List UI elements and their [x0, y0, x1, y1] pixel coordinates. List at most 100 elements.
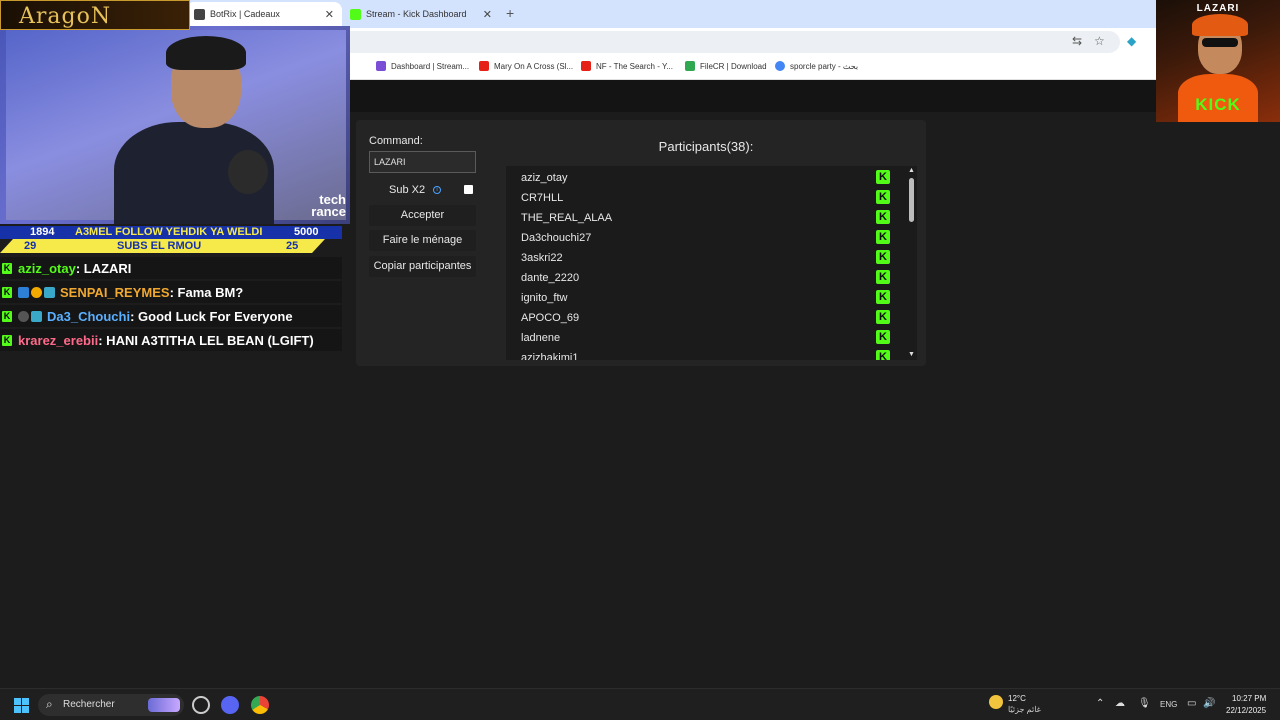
weather-icon[interactable]: [989, 695, 1003, 709]
new-tab-button[interactable]: +: [506, 5, 514, 21]
command-input[interactable]: [369, 151, 476, 173]
language-indicator[interactable]: ENG: [1160, 700, 1177, 709]
discord-icon[interactable]: [221, 696, 239, 714]
botrix-icon: [194, 8, 205, 20]
address-bar[interactable]: [340, 31, 1120, 53]
scrollbar-thumb[interactable]: [909, 178, 914, 222]
follow-goal-text: A3MEL FOLLOW YEHDIK YA WELDI: [75, 226, 263, 238]
kick-icon: K: [876, 330, 890, 344]
kick-icon: K: [2, 310, 12, 322]
list-item[interactable]: THE_REAL_ALAA K: [506, 207, 904, 227]
kick-icon: K: [876, 290, 890, 304]
kick-icon: K: [2, 334, 12, 346]
list-item[interactable]: CR7HLL K: [506, 187, 904, 207]
list-item[interactable]: ladnene K: [506, 327, 904, 347]
chevron-up-icon[interactable]: ⌃: [1096, 698, 1104, 709]
chat-text: : Fama BM?: [169, 284, 244, 300]
taskbar-search[interactable]: ⌕ Rechercher: [38, 694, 184, 716]
moderator-badge-icon: [18, 286, 29, 298]
participant-name: Da3chouchi27: [521, 232, 592, 244]
poster-image: [228, 150, 268, 194]
kick-icon: K: [876, 350, 890, 360]
tab-kick-dashboard[interactable]: Stream - Kick Dashboard ✕: [342, 2, 500, 26]
participant-name: 3askri22: [521, 252, 563, 264]
extension-icon[interactable]: ◆: [1127, 34, 1136, 48]
windows-start-icon[interactable]: [14, 698, 29, 713]
search-placeholder: Rechercher: [63, 699, 115, 710]
subs-goal-target: 25: [286, 240, 299, 252]
clock-time[interactable]: 10:27 PM: [1232, 694, 1266, 703]
chat-message: K aziz_otay : LAZARI: [0, 257, 342, 279]
taskview-icon[interactable]: [192, 696, 210, 714]
subscriber-badge-icon: [44, 286, 55, 298]
bookmark-label: NF - The Search - Y...: [596, 61, 673, 71]
subs-goal-text: SUBS EL RMOU: [117, 240, 202, 252]
chat-message: K krarez_erebii : HANI A3TITHA LEL BEAN …: [0, 329, 342, 351]
list-item[interactable]: APOCO_69 K: [506, 307, 904, 327]
sub-x2-checkbox[interactable]: [464, 185, 473, 194]
chat-username: krarez_erebii: [18, 332, 99, 348]
participant-name: THE_REAL_ALAA: [521, 212, 613, 224]
bookmark-sporcle[interactable]: sporcle party - بحث: [775, 61, 858, 71]
participant-name: CR7HLL: [521, 192, 564, 204]
close-icon[interactable]: ✕: [483, 8, 492, 21]
participant-name: dante_2220: [521, 272, 580, 284]
list-item[interactable]: 3askri22 K: [506, 247, 904, 267]
card-sunglasses: [1202, 38, 1238, 47]
volume-icon[interactable]: 🔊: [1203, 698, 1215, 709]
cleanup-button[interactable]: Faire le ménage: [369, 230, 476, 251]
kick-icon: K: [876, 270, 890, 284]
kick-icon: K: [876, 310, 890, 324]
kick-icon: K: [2, 262, 12, 274]
bookmark-label: sporcle party - بحث: [790, 61, 859, 71]
bookmark-nf-the-search[interactable]: NF - The Search - Y...: [581, 61, 673, 71]
translate-icon[interactable]: ⇆: [1072, 34, 1082, 48]
gifter-badge-icon: [18, 310, 29, 322]
tech-rance-logo: tech rance: [311, 192, 346, 219]
bookmark-filecr[interactable]: FileCR | Download: [685, 61, 767, 71]
scroll-up-icon[interactable]: ▲: [908, 167, 915, 174]
bookmark-dashboard[interactable]: Dashboard | Stream...: [376, 61, 469, 71]
founder-badge-icon: [31, 286, 42, 298]
chrome-icon[interactable]: [251, 696, 269, 714]
info-icon[interactable]: i: [433, 186, 442, 194]
card-title: LAZARI: [1196, 3, 1240, 14]
list-item[interactable]: aziz_otay K: [506, 167, 904, 187]
participants-list[interactable]: aziz_otay K CR7HLL K THE_REAL_ALAA K Da3cho…: [506, 166, 906, 360]
list-item[interactable]: ignito_ftw K: [506, 287, 904, 307]
list-item[interactable]: dante_2220 K: [506, 267, 904, 287]
clock-date[interactable]: 22/12/2025: [1226, 706, 1266, 715]
tab-title: BotRix | Cadeaux: [210, 9, 280, 19]
youtube-icon: [581, 61, 591, 71]
streamer-card: LAZARI KICK: [1156, 0, 1280, 122]
network-icon[interactable]: ▭: [1187, 698, 1196, 709]
kick-icon: K: [876, 250, 890, 264]
bookmark-mary-on-a-cross[interactable]: Mary On A Cross (Sl...: [479, 61, 573, 71]
chat-text: : Good Luck For Everyone: [130, 308, 293, 324]
bookmark-label: FileCR | Download: [700, 61, 767, 71]
sub-x2-row: Sub X2 i: [369, 180, 476, 200]
weather-temperature: 12°C: [1008, 694, 1026, 703]
tab-title: Stream - Kick Dashboard: [366, 9, 467, 19]
bookmark-label: Mary On A Cross (Sl...: [494, 61, 574, 71]
subscriber-badge-icon: [31, 310, 42, 322]
microphone-icon[interactable]: 🎙: [1138, 698, 1151, 709]
kick-logo: KICK: [1195, 95, 1241, 114]
webcam-feed: tech rance: [0, 26, 350, 224]
follow-goal-target: 5000: [294, 226, 319, 238]
tab-botrix[interactable]: BotRix | Cadeaux ✕: [186, 2, 342, 26]
close-icon[interactable]: ✕: [325, 8, 334, 21]
cloud-icon[interactable]: ☁: [1115, 698, 1125, 709]
list-item[interactable]: Da3chouchi27 K: [506, 227, 904, 247]
kick-icon: K: [876, 230, 890, 244]
copy-participants-button[interactable]: Copiar participantes: [369, 256, 476, 277]
kick-icon: K: [876, 190, 890, 204]
weather-condition: غائم جزئيًا: [1008, 705, 1041, 714]
accept-button[interactable]: Accepter: [369, 205, 476, 226]
scroll-down-icon[interactable]: ▼: [908, 351, 915, 358]
command-label: Command:: [369, 135, 423, 147]
kick-icon: [350, 8, 361, 20]
youtube-icon: [479, 61, 489, 71]
star-icon[interactable]: ☆: [1094, 34, 1105, 48]
list-item[interactable]: azizhakimi1 K: [506, 347, 904, 360]
